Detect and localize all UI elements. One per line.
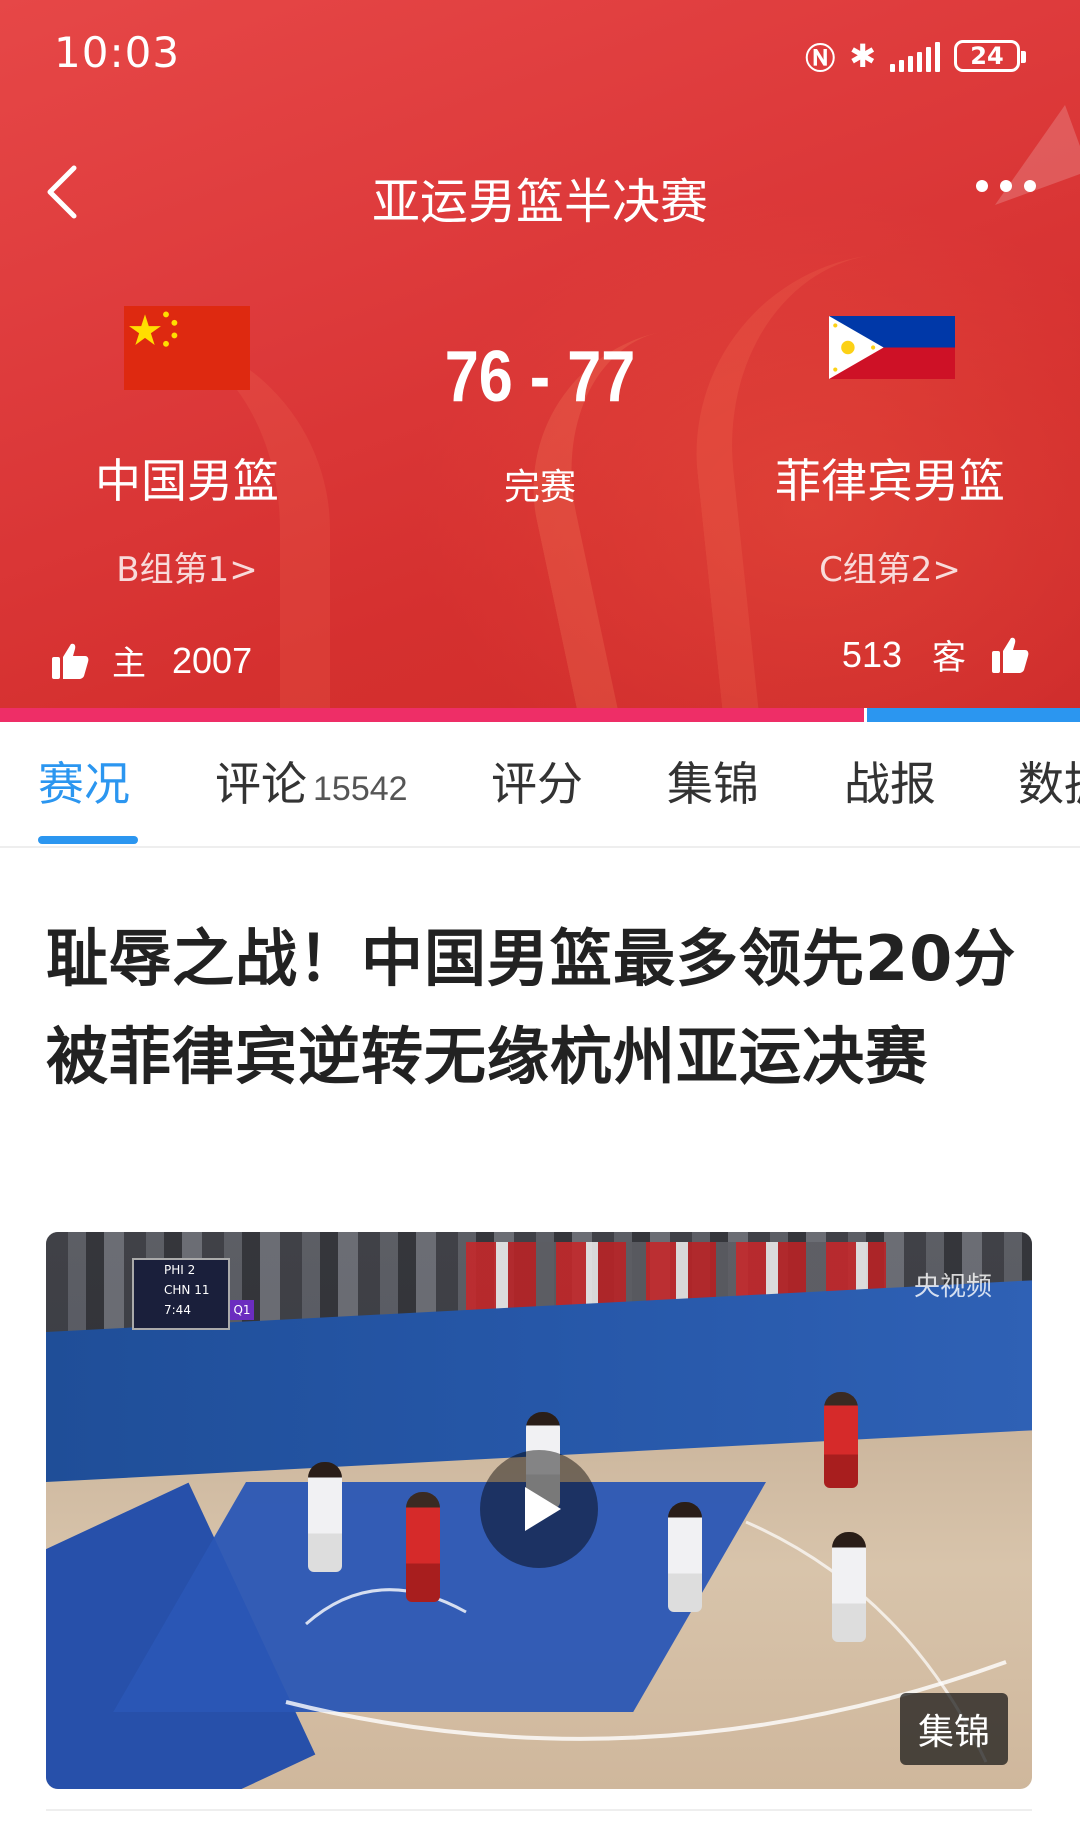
status-time: 10:03 (54, 28, 181, 77)
away-support-fill (867, 708, 1080, 722)
match-score: 76 - 77 (444, 337, 636, 417)
thumbs-up-icon (52, 643, 89, 679)
tab-comments[interactable]: 评论 15542 (215, 748, 408, 814)
home-team-rank-link[interactable]: B组第1> (0, 542, 387, 591)
video-card[interactable]: PHI 2 CHN 11 7:44 Q1 央视频 集锦 (46, 1232, 1032, 1789)
video-scorebug: PHI 2 CHN 11 7:44 Q1 (132, 1258, 254, 1330)
away-like-count: 513 (841, 633, 902, 675)
home-side-label: 主 (112, 644, 146, 684)
scorebug-score1: 2 (187, 1263, 196, 1277)
home-support-fill (0, 708, 864, 722)
away-like-button[interactable]: 513 客 (842, 630, 1030, 679)
away-team-name[interactable]: 菲律宾男篮 (690, 445, 1080, 511)
battery-icon: 24 (954, 40, 1026, 72)
scorebug-clock: 7:44 (164, 1303, 191, 1317)
play-button[interactable] (480, 1450, 598, 1568)
highlight-badge: 集锦 (899, 1693, 1008, 1765)
tab-stats[interactable]: 数据 (1018, 748, 1080, 814)
article-title[interactable]: 耻辱之战！中国男篮最多领先20分 被菲律宾逆转无缘杭州亚运决赛 (46, 910, 1036, 1106)
tab-bar: 赛况 评论15542 评分 集锦 战报 数据 (0, 722, 1080, 848)
video-player-figure (406, 1492, 440, 1602)
scorebug-team1: PHI (164, 1263, 184, 1277)
signal-icon (890, 40, 940, 72)
scorebug-score2: 11 (194, 1283, 210, 1297)
tab-live[interactable]: 赛况 (38, 748, 130, 814)
match-status: 完赛 (503, 467, 576, 508)
match-header: 10:03 Ⓝ ✱ 24 亚运男篮半决赛 76 - 77 完赛 中国男篮 菲律宾… (0, 0, 1080, 708)
video-player-figure (668, 1502, 702, 1612)
page-title: 亚运男篮半决赛 (371, 174, 708, 230)
nfc-icon: Ⓝ (805, 42, 836, 77)
video-player-figure (824, 1392, 858, 1488)
china-flag-icon (124, 306, 250, 390)
tab-report[interactable]: 战报 (844, 748, 936, 814)
tab-ratings[interactable]: 评分 (491, 748, 583, 814)
tab-comments-label: 评论 (215, 757, 307, 811)
tab-comments-count: 15542 (313, 770, 408, 808)
scorebug-team2: CHN (164, 1283, 191, 1297)
home-team-name[interactable]: 中国男篮 (0, 445, 387, 511)
divider (46, 1809, 1032, 1811)
play-icon (525, 1487, 561, 1531)
away-team-rank-link[interactable]: C组第2> (690, 542, 1080, 591)
more-options-icon[interactable] (976, 180, 1036, 192)
support-ratio-bar (0, 708, 1080, 722)
tab-highlights[interactable]: 集锦 (667, 748, 759, 814)
status-icons: Ⓝ ✱ 24 (805, 34, 1026, 78)
scorebug-period: Q1 (230, 1300, 254, 1320)
active-tab-indicator (38, 836, 138, 844)
status-bar: 10:03 Ⓝ ✱ 24 (0, 0, 1080, 100)
philippines-flag-icon (829, 316, 955, 379)
away-side-label: 客 (932, 638, 966, 678)
home-like-count: 2007 (172, 639, 253, 681)
bluetooth-icon: ✱ (849, 37, 876, 75)
video-player-figure (308, 1462, 342, 1572)
video-watermark: 央视频 (913, 1272, 992, 1302)
home-like-button[interactable]: 主 2007 (50, 636, 252, 685)
video-player-figure (832, 1532, 866, 1642)
thumbs-up-icon (992, 637, 1029, 673)
